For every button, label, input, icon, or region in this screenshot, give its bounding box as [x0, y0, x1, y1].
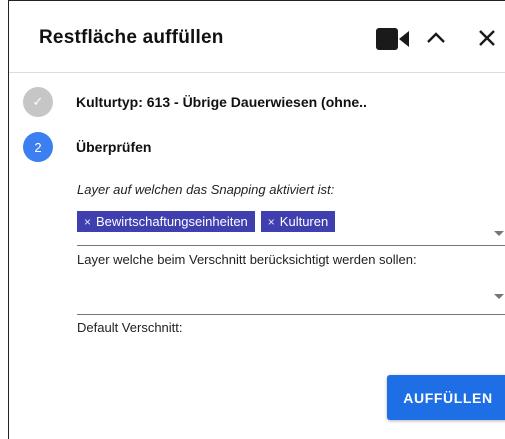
dropdown-arrow-icon[interactable]	[494, 231, 504, 236]
chip-remove-icon[interactable]: ×	[84, 215, 91, 229]
select-underline	[77, 245, 505, 246]
chip-label: Bewirtschaftungseinheiten	[96, 214, 248, 229]
video-button[interactable]	[375, 27, 411, 51]
chip-kulturen[interactable]: × Kulturen	[260, 211, 336, 232]
checkmark-icon: ✓	[23, 87, 53, 117]
snapping-layers-select[interactable]: × Bewirtschaftungseinheiten × Kulturen	[77, 211, 336, 232]
step-kulturtyp[interactable]: ✓ Kulturtyp: 613 - Übrige Dauerwiesen (o…	[23, 87, 367, 117]
cut-layers-select[interactable]	[77, 314, 505, 315]
video-camera-icon	[376, 28, 409, 50]
chip-bewirtschaftungseinheiten[interactable]: × Bewirtschaftungseinheiten	[77, 211, 255, 232]
dialog-title: Restfläche auffüllen	[39, 27, 224, 48]
close-icon	[479, 30, 495, 46]
snapping-layers-label: Layer auf welchen das Snapping aktiviert…	[77, 182, 335, 197]
chip-remove-icon[interactable]: ×	[268, 215, 275, 229]
dialog-header: Restfläche auffüllen	[9, 1, 505, 73]
fill-button[interactable]: AUFFÜLLEN	[387, 375, 505, 420]
collapse-button[interactable]	[423, 25, 449, 51]
chevron-up-icon	[427, 32, 445, 43]
dropdown-arrow-icon[interactable]	[494, 294, 504, 299]
default-cut-label: Default Verschnitt:	[77, 320, 183, 335]
chip-label: Kulturen	[279, 214, 329, 229]
close-button[interactable]	[474, 25, 500, 51]
step-label: Kulturtyp: 613 - Übrige Dauerwiesen (ohn…	[76, 94, 367, 110]
dialog-panel: Restfläche auffüllen ✓ Kulturtyp: 613 - …	[8, 0, 505, 439]
step-label: Überprüfen	[76, 139, 152, 155]
step-ueberpruefen[interactable]: 2 Überprüfen	[23, 132, 151, 162]
cut-layers-label: Layer welche beim Verschnitt berücksicht…	[77, 252, 417, 267]
step-number-badge: 2	[23, 132, 53, 162]
